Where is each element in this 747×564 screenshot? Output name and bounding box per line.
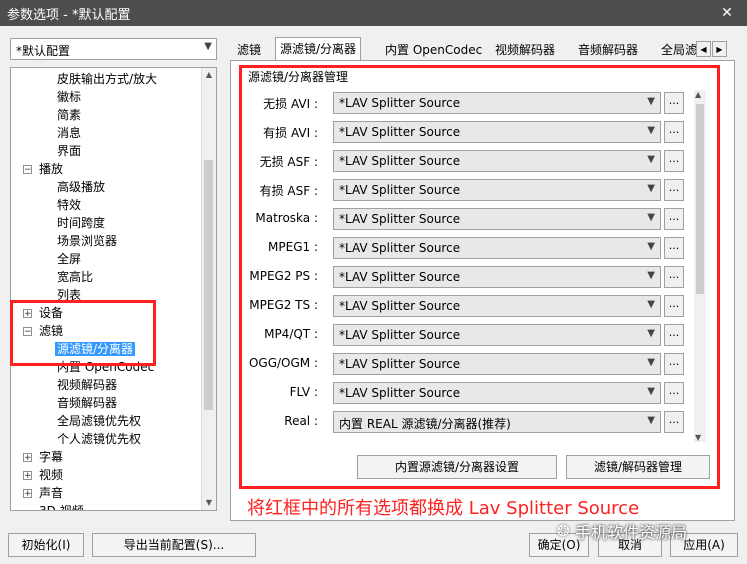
scroll-down-icon[interactable]: ▼ <box>204 498 214 508</box>
tree-item[interactable]: 3D 视频 <box>37 502 86 511</box>
tree-item[interactable]: 宽高比 <box>55 268 95 286</box>
annotation-text: 将红框中的所有选项都换成 Lav Splitter Source <box>247 498 640 519</box>
tab-scroll-right-icon[interactable]: ▶ <box>712 41 727 57</box>
tree-item-label: 个人滤镜优先权 <box>57 432 142 446</box>
tree-item-label: 字幕 <box>39 450 64 464</box>
expand-icon[interactable]: + <box>23 453 32 463</box>
tree-item[interactable]: 音频解码器 <box>55 394 119 412</box>
tree-item[interactable]: 全局滤镜优先权 <box>55 412 143 430</box>
preferences-window: 参数选项 - *默认配置 ✕ *默认配置 ▼ ▲ ▼ 皮肤输出方式/放大 徽标简素… <box>0 0 747 564</box>
tree-item[interactable]: 高级播放 <box>55 178 107 196</box>
tree-item[interactable]: 播放 <box>37 160 65 178</box>
tree-item[interactable]: 时间跨度 <box>55 214 107 232</box>
tree-item-label: 声音 <box>39 486 64 500</box>
tree-item[interactable]: 消息 <box>55 124 83 142</box>
tab-video-decoder[interactable]: 视频解码器 <box>491 41 559 59</box>
tab-audio-decoder[interactable]: 音频解码器 <box>574 41 642 59</box>
tree-item-label: 视频解码器 <box>57 378 118 392</box>
expand-icon[interactable]: + <box>23 471 32 481</box>
tab-filters[interactable]: 滤镜 <box>233 41 265 59</box>
tree-item-label: 播放 <box>39 162 64 176</box>
tree-item[interactable]: 视频解码器 <box>55 376 119 394</box>
tab-opencodec[interactable]: 内置 OpenCodec <box>381 41 486 59</box>
tree-item-label: 全局滤镜优先权 <box>57 414 142 428</box>
tree-item-label: 界面 <box>57 144 82 158</box>
tree-item-label: 全屏 <box>57 252 82 266</box>
tree-item[interactable]: 特效 <box>55 196 83 214</box>
tree-item-label: 场景浏览器 <box>57 234 118 248</box>
tree-item[interactable]: 简素 <box>55 106 83 124</box>
tree-item-label: 皮肤输出方式/放大 <box>57 72 158 86</box>
tree-scrollbar[interactable]: ▲ ▼ <box>201 68 216 510</box>
tree-item-label: 时间跨度 <box>57 216 106 230</box>
tree-item[interactable]: 个人滤镜优先权 <box>55 430 143 448</box>
settings-tree[interactable]: ▲ ▼ 皮肤输出方式/放大 徽标简素消息界面播放 − 高级播放特效时间跨度场景浏览器全… <box>10 67 217 511</box>
tree-item-label: 特效 <box>57 198 82 212</box>
tab-scroll-left-icon[interactable]: ◀ <box>696 41 711 57</box>
tab-strip: 滤镜 源滤镜/分离器 内置 OpenCodec 视频解码器 音频解码器 全局滤 <box>230 37 735 61</box>
tree-item-label: 消息 <box>57 126 82 140</box>
tree-scroll-thumb[interactable] <box>204 160 213 410</box>
tree-item-label: 宽高比 <box>57 270 94 284</box>
close-icon[interactable]: ✕ <box>717 3 737 23</box>
collapse-icon[interactable]: − <box>23 165 32 175</box>
title-bar: 参数选项 - *默认配置 ✕ <box>0 0 747 26</box>
tree-item[interactable]: 字幕 <box>37 448 65 466</box>
profile-select-value: *默认配置 <box>16 44 71 58</box>
highlight-box-tree <box>10 300 156 366</box>
tree-item-label: 徽标 <box>57 90 82 104</box>
export-config-button[interactable]: 导出当前配置(S)... <box>92 533 256 557</box>
tree-item[interactable]: 场景浏览器 <box>55 232 119 250</box>
tree-item-label: 3D 视频 <box>39 504 84 511</box>
tree-item[interactable]: 声音 <box>37 484 65 502</box>
tree-item-label: 音频解码器 <box>57 396 118 410</box>
tree-item[interactable]: 徽标 <box>55 88 83 106</box>
highlight-box-panel <box>239 65 720 489</box>
expand-icon[interactable]: + <box>23 489 32 499</box>
tab-source-filters[interactable]: 源滤镜/分离器 <box>275 37 362 60</box>
tree-item[interactable]: 皮肤输出方式/放大 <box>55 70 159 88</box>
profile-select[interactable]: *默认配置 ▼ <box>10 38 217 60</box>
init-button[interactable]: 初始化(I) <box>8 533 84 557</box>
watermark: 手机软件资源局 <box>575 523 688 542</box>
chevron-down-icon: ▼ <box>204 41 212 52</box>
window-title: 参数选项 - *默认配置 <box>7 8 131 23</box>
tree-item-label: 高级播放 <box>57 180 106 194</box>
scroll-up-icon[interactable]: ▲ <box>204 70 214 80</box>
tree-item-label: 视频 <box>39 468 64 482</box>
tree-item[interactable]: 视频 <box>37 466 65 484</box>
tree-item-label: 简素 <box>57 108 82 122</box>
tree-item[interactable]: 界面 <box>55 142 83 160</box>
wechat-icon: ❂ <box>557 522 570 540</box>
tree-item[interactable]: 全屏 <box>55 250 83 268</box>
